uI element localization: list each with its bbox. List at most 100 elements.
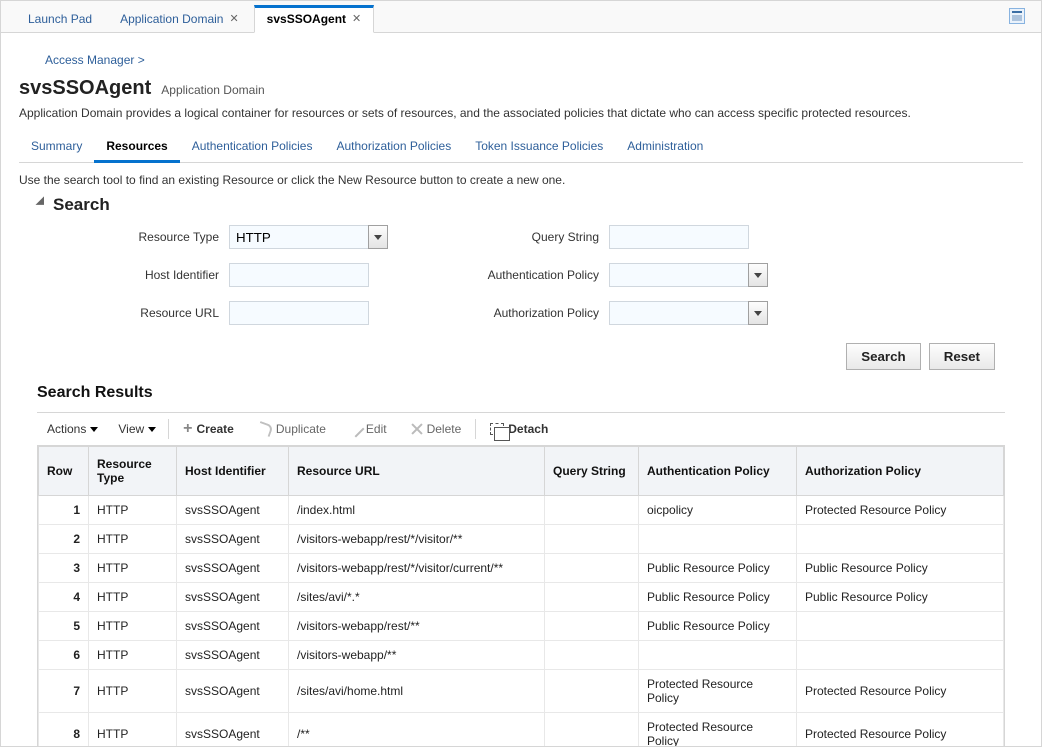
cell-row: 5 <box>39 612 89 641</box>
search-heading: Search <box>53 195 110 215</box>
cell-host-identifier: svsSSOAgent <box>177 525 289 554</box>
cell-authn-policy: oicpolicy <box>639 496 797 525</box>
tab-application-domain[interactable]: Application Domain ✕ <box>107 5 252 32</box>
close-icon[interactable]: ✕ <box>229 12 238 25</box>
disclosure-triangle-icon[interactable] <box>36 196 49 209</box>
table-row[interactable]: 2HTTPsvsSSOAgent/visitors-webapp/rest/*/… <box>39 525 1004 554</box>
view-menu[interactable]: View <box>114 420 160 438</box>
cell-resource-type: HTTP <box>89 583 177 612</box>
authz-policy-input[interactable] <box>609 301 749 325</box>
cell-authz-policy <box>797 612 1004 641</box>
tab-label: Launch Pad <box>28 12 92 26</box>
authn-policy-select[interactable] <box>609 263 769 287</box>
cell-row: 6 <box>39 641 89 670</box>
resource-type-input[interactable] <box>229 225 369 249</box>
page-subtitle: Application Domain <box>161 83 264 97</box>
cell-resource-type: HTTP <box>89 525 177 554</box>
tab-administration[interactable]: Administration <box>615 132 715 162</box>
query-string-label: Query String <box>399 230 599 244</box>
cell-authz-policy: Protected Resource Policy <box>797 670 1004 713</box>
resource-url-label: Resource URL <box>29 306 219 320</box>
cell-row: 3 <box>39 554 89 583</box>
col-query-string[interactable]: Query String <box>545 447 639 496</box>
cell-resource-url: /sites/avi/home.html <box>289 670 545 713</box>
cell-host-identifier: svsSSOAgent <box>177 554 289 583</box>
table-row[interactable]: 7HTTPsvsSSOAgent/sites/avi/home.htmlProt… <box>39 670 1004 713</box>
cell-authn-policy: Protected Resource Policy <box>639 713 797 747</box>
detach-label: Detach <box>508 422 548 436</box>
cell-query-string <box>545 554 639 583</box>
col-row[interactable]: Row <box>39 447 89 496</box>
host-identifier-label: Host Identifier <box>29 268 219 282</box>
resource-url-input[interactable] <box>229 301 369 325</box>
cell-query-string <box>545 713 639 747</box>
authn-policy-input[interactable] <box>609 263 749 287</box>
cell-row: 1 <box>39 496 89 525</box>
breadcrumb[interactable]: Access Manager > <box>19 45 1023 77</box>
table-row[interactable]: 3HTTPsvsSSOAgent/visitors-webapp/rest/*/… <box>39 554 1004 583</box>
table-row[interactable]: 4HTTPsvsSSOAgent/sites/avi/*.*Public Res… <box>39 583 1004 612</box>
table-row[interactable]: 5HTTPsvsSSOAgent/visitors-webapp/rest/**… <box>39 612 1004 641</box>
cell-query-string <box>545 670 639 713</box>
cell-authz-policy <box>797 641 1004 670</box>
cell-authn-policy: Public Resource Policy <box>639 554 797 583</box>
cell-resource-url: /visitors-webapp/rest/*/visitor/current/… <box>289 554 545 583</box>
col-resource-type[interactable]: Resource Type <box>89 447 177 496</box>
query-string-input[interactable] <box>609 225 749 249</box>
cell-query-string <box>545 525 639 554</box>
col-resource-url[interactable]: Resource URL <box>289 447 545 496</box>
table-header-row: Row Resource Type Host Identifier Resour… <box>39 447 1004 496</box>
host-identifier-input[interactable] <box>229 263 369 287</box>
cell-authz-policy <box>797 525 1004 554</box>
cell-authz-policy: Protected Resource Policy <box>797 713 1004 747</box>
results-heading: Search Results <box>37 384 1023 402</box>
cell-authz-policy: Public Resource Policy <box>797 583 1004 612</box>
dropdown-button[interactable] <box>368 225 388 249</box>
detach-icon <box>490 423 504 435</box>
tab-summary[interactable]: Summary <box>19 132 94 162</box>
actions-menu[interactable]: Actions <box>43 420 102 438</box>
resource-type-select[interactable] <box>229 225 389 249</box>
duplicate-button[interactable]: Duplicate <box>252 420 332 438</box>
cell-resource-url: /visitors-webapp/rest/*/visitor/** <box>289 525 545 554</box>
tab-launch-pad[interactable]: Launch Pad <box>15 5 105 32</box>
restore-window-icon[interactable] <box>1009 8 1025 24</box>
chevron-down-icon <box>754 273 762 278</box>
edit-button[interactable]: Edit <box>344 420 393 438</box>
dropdown-button[interactable] <box>748 301 768 325</box>
delete-label: Delete <box>427 422 462 436</box>
tab-svsssoagent[interactable]: svsSSOAgent ✕ <box>254 5 375 33</box>
search-button[interactable]: Search <box>846 343 920 370</box>
cell-query-string <box>545 496 639 525</box>
cell-authz-policy: Public Resource Policy <box>797 554 1004 583</box>
search-heading-row: Search <box>41 195 1023 215</box>
authz-policy-select[interactable] <box>609 301 769 325</box>
tab-resources[interactable]: Resources <box>94 132 179 163</box>
close-icon[interactable]: ✕ <box>352 12 361 25</box>
cell-row: 2 <box>39 525 89 554</box>
detach-button[interactable]: Detach <box>484 420 554 438</box>
col-host-identifier[interactable]: Host Identifier <box>177 447 289 496</box>
col-authz-policy[interactable]: Authorization Policy <box>797 447 1004 496</box>
actions-label: Actions <box>47 422 86 436</box>
table-row[interactable]: 8HTTPsvsSSOAgent/**Protected Resource Po… <box>39 713 1004 747</box>
search-form: Resource Type Query String Host Identifi… <box>29 225 1023 325</box>
resources-hint: Use the search tool to find an existing … <box>19 173 1023 187</box>
table-row[interactable]: 6HTTPsvsSSOAgent/visitors-webapp/** <box>39 641 1004 670</box>
duplicate-label: Duplicate <box>276 422 326 436</box>
app-frame: Launch Pad Application Domain ✕ svsSSOAg… <box>0 0 1042 747</box>
tab-token-issuance-policies[interactable]: Token Issuance Policies <box>463 132 615 162</box>
dropdown-button[interactable] <box>748 263 768 287</box>
tab-authorization-policies[interactable]: Authorization Policies <box>324 132 463 162</box>
cell-authn-policy: Public Resource Policy <box>639 583 797 612</box>
delete-button[interactable]: Delete <box>405 420 468 438</box>
table-row[interactable]: 1HTTPsvsSSOAgent/index.htmloicpolicyProt… <box>39 496 1004 525</box>
cell-resource-type: HTTP <box>89 554 177 583</box>
reset-button[interactable]: Reset <box>929 343 995 370</box>
col-authn-policy[interactable]: Authentication Policy <box>639 447 797 496</box>
cell-resource-url: /** <box>289 713 545 747</box>
create-button[interactable]: + Create <box>177 419 240 439</box>
search-button-row: Search Reset <box>19 325 1023 380</box>
tab-authentication-policies[interactable]: Authentication Policies <box>180 132 325 162</box>
top-tab-bar: Launch Pad Application Domain ✕ svsSSOAg… <box>1 1 1041 33</box>
